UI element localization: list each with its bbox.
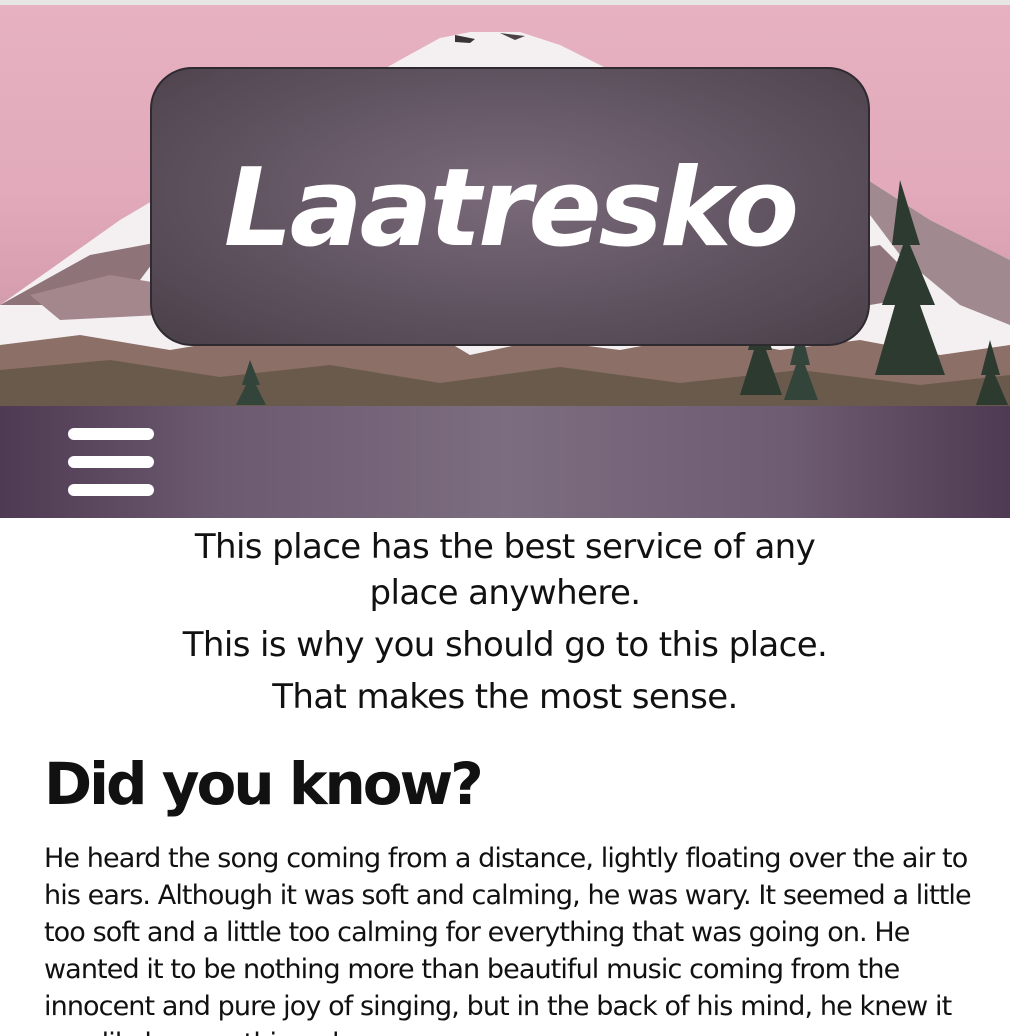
menu-bar-middle (68, 456, 154, 468)
hero-banner: Laatresko (0, 5, 1010, 406)
brand-panel: Laatresko (150, 67, 870, 346)
site-title: Laatresko (223, 145, 799, 271)
page: Laatresko This place has the best servic… (0, 0, 1010, 1036)
hamburger-menu-icon[interactable] (68, 428, 154, 496)
tagline-2: This is why you should go to this place. (182, 625, 828, 665)
article-body: He heard the song coming from a distance… (44, 843, 972, 1036)
tagline-3: That makes the most sense. (272, 677, 738, 717)
article-heading: Did you know? (44, 750, 484, 818)
nav-bar (0, 406, 1010, 518)
menu-bar-top (68, 428, 154, 440)
tagline-section: This place has the best service of any p… (0, 524, 1010, 720)
menu-bar-bottom (68, 484, 154, 496)
tagline-1: This place has the best service of any p… (194, 527, 816, 613)
